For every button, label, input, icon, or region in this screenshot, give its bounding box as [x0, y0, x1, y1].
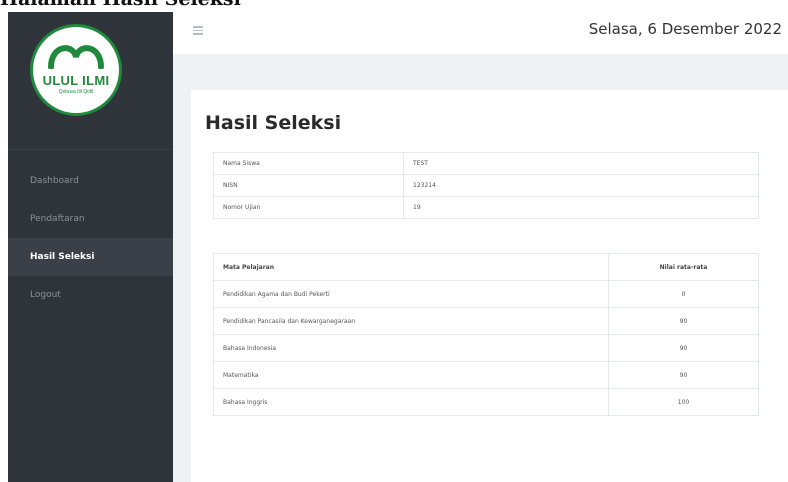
logo-arch-icon [48, 45, 104, 69]
info-label: Nomor Ujian [213, 196, 404, 219]
score-cell: 0 [608, 280, 759, 308]
table-row: Nomor Ujian 19 [213, 196, 759, 219]
hamburger-icon[interactable] [193, 26, 203, 35]
current-date: Selasa, 6 Desember 2022 [588, 20, 782, 38]
logo-block: ULUL ILMI Qoluwa Ilil Qolil [8, 12, 173, 150]
sidebar-item-logout[interactable]: Logout [8, 276, 173, 314]
sidebar-item-pendaftaran[interactable]: Pendaftaran [8, 200, 173, 238]
info-value: 19 [403, 196, 759, 219]
subject-cell: Bahasa Indonesia [213, 334, 609, 362]
subject-cell: Matematika [213, 361, 609, 389]
column-header-subject: Mata Pelajaran [213, 253, 609, 281]
sidebar-item-hasil-seleksi[interactable]: Hasil Seleksi [8, 238, 173, 276]
subject-cell: Bahasa Inggris [213, 388, 609, 416]
info-value: TEST [403, 152, 759, 175]
logo-name: ULUL ILMI [42, 73, 110, 88]
table-row: Bahasa Inggris 100 [213, 388, 759, 416]
table-row: NISN 123214 [213, 174, 759, 197]
subject-cell: Pendidikan Agama dan Budi Pekerti [213, 280, 609, 308]
school-logo[interactable]: ULUL ILMI Qoluwa Ilil Qolil [30, 24, 122, 116]
info-label: NISN [213, 174, 404, 197]
result-card: Hasil Seleksi Nama Siswa TEST NISN 12321… [191, 90, 788, 482]
score-cell: 90 [608, 307, 759, 335]
student-info-table: Nama Siswa TEST NISN 123214 Nomor Ujian … [213, 152, 759, 219]
column-header-average: Nilai rata-rata [608, 253, 759, 281]
topbar: Selasa, 6 Desember 2022 [173, 12, 788, 54]
subject-cell: Pendidikan Pancasila dan Kewarganegaraan [213, 307, 609, 335]
sidebar-nav: Dashboard Pendaftaran Hasil Seleksi Logo… [8, 162, 173, 314]
table-row: Pendidikan Pancasila dan Kewarganegaraan… [213, 307, 759, 335]
page-caption: Halaman Hasil Seleksi [0, 0, 241, 12]
sidebar: ULUL ILMI Qoluwa Ilil Qolil Dashboard Pe… [8, 12, 173, 482]
score-cell: 90 [608, 334, 759, 362]
table-row: Matematika 90 [213, 361, 759, 389]
info-value: 123214 [403, 174, 759, 197]
score-cell: 90 [608, 361, 759, 389]
table-row: Bahasa Indonesia 90 [213, 334, 759, 362]
logo-tagline: Qoluwa Ilil Qolil [58, 89, 94, 95]
info-label: Nama Siswa [213, 152, 404, 175]
table-row: Pendidikan Agama dan Budi Pekerti 0 [213, 280, 759, 308]
table-row: Nama Siswa TEST [213, 152, 759, 175]
main-content: Hasil Seleksi Nama Siswa TEST NISN 12321… [173, 54, 788, 482]
page-title: Hasil Seleksi [205, 112, 342, 134]
score-cell: 100 [608, 388, 759, 416]
table-header-row: Mata Pelajaran Nilai rata-rata [213, 253, 759, 281]
sidebar-item-dashboard[interactable]: Dashboard [8, 162, 173, 200]
score-table: Mata Pelajaran Nilai rata-rata Pendidika… [213, 253, 759, 416]
